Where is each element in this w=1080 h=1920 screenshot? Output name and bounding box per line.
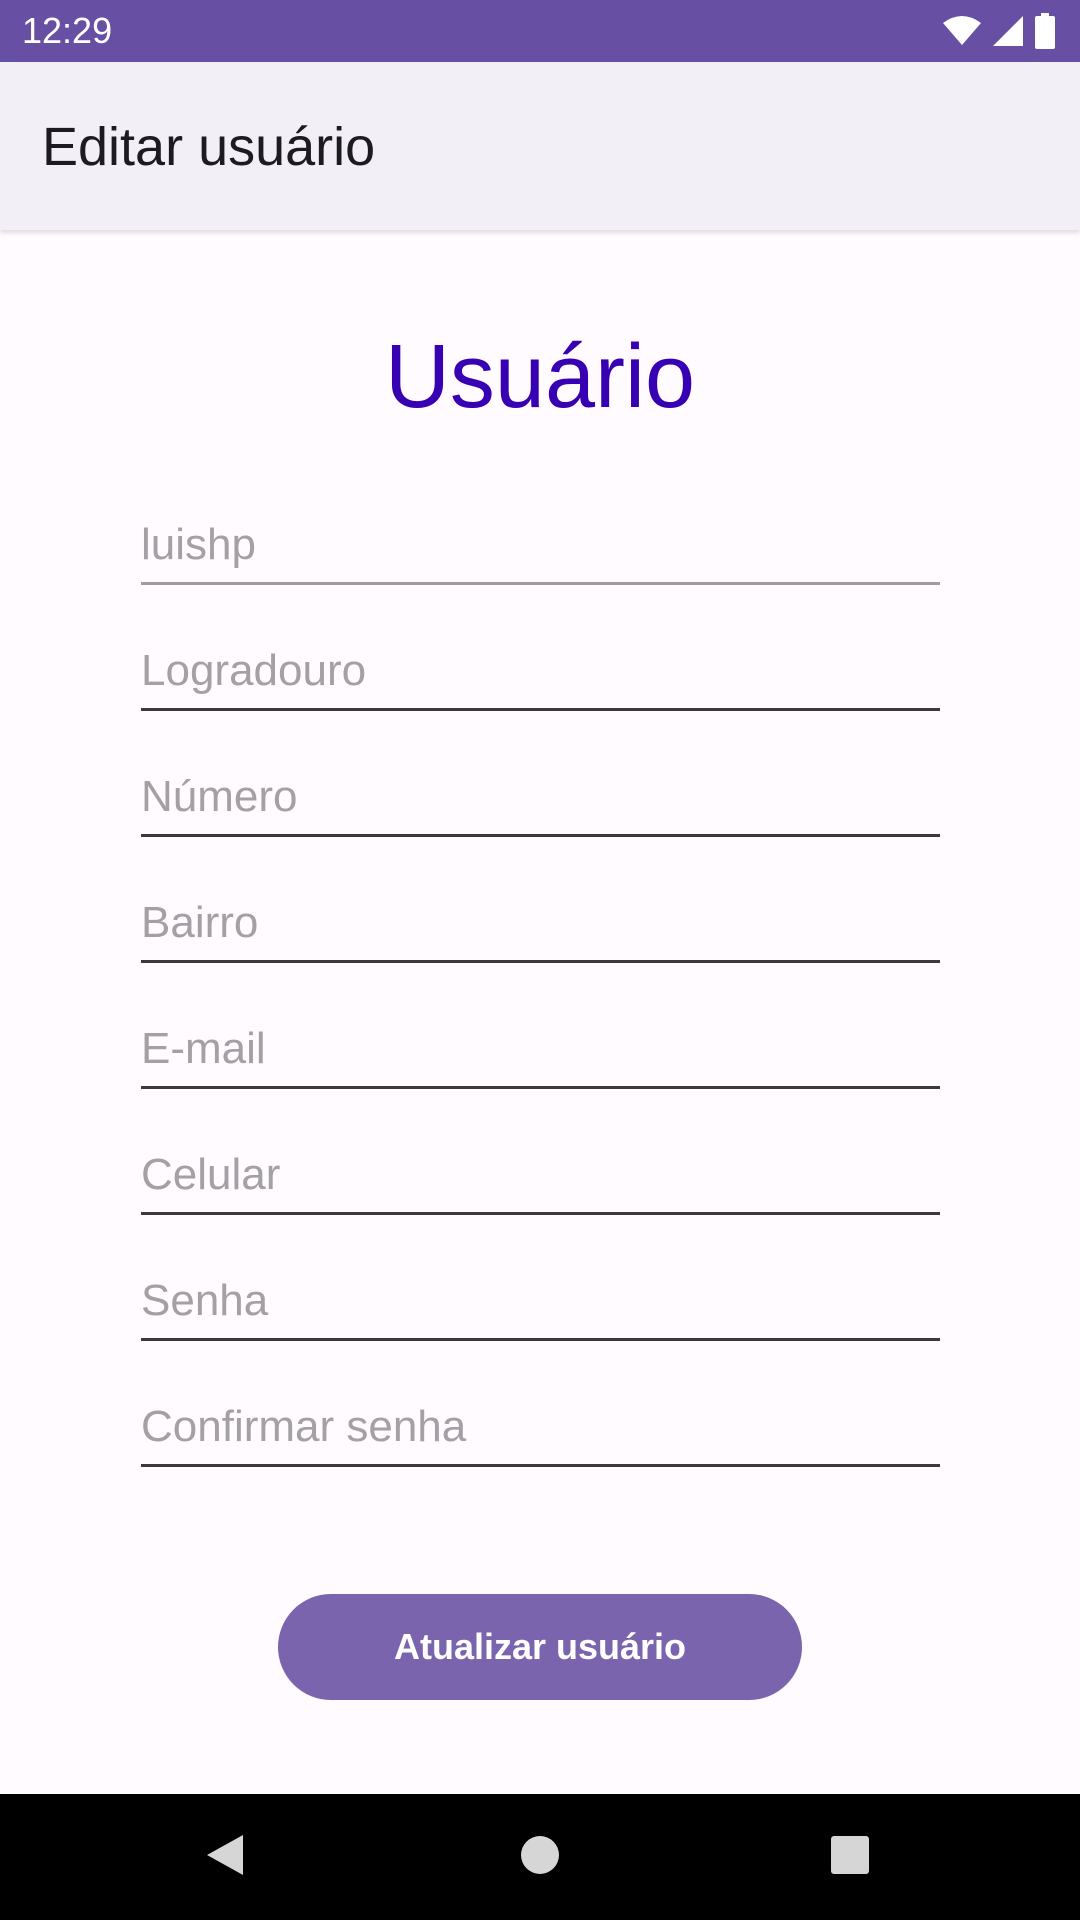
recents-icon [830,1835,870,1880]
logradouro-field-container [141,628,940,711]
form-heading: Usuário [384,327,696,427]
app-bar: Editar usuário [0,62,1080,230]
navigation-bar [0,1794,1080,1920]
celular-field-container [141,1132,940,1215]
confirmar-senha-field-container [141,1384,940,1467]
username-field-container [141,502,940,585]
bairro-field[interactable] [141,896,940,950]
home-icon [520,1835,560,1880]
recents-button[interactable] [815,1822,885,1892]
senha-field[interactable] [141,1274,940,1328]
wifi-icon [942,15,982,47]
username-field[interactable] [141,518,940,572]
status-bar: 12:29 [0,0,1080,62]
numero-field-container [141,754,940,837]
update-user-button[interactable]: Atualizar usuário [278,1594,802,1700]
status-icons [942,12,1056,50]
page-title: Editar usuário [42,117,376,177]
home-button[interactable] [505,1822,575,1892]
screen: 12:29 Editar usuário Usuário luishp Logr… [0,0,1080,1920]
senha-field-container [141,1258,940,1341]
numero-field[interactable] [141,770,940,824]
email-field[interactable] [141,1022,940,1076]
celular-field[interactable] [141,1148,940,1202]
battery-icon [1034,13,1056,49]
logradouro-field[interactable] [141,644,940,698]
status-time: 12:29 [22,10,113,51]
signal-icon [992,15,1024,47]
email-field-container [141,1006,940,1089]
back-button[interactable] [190,1822,260,1892]
back-icon [203,1831,247,1884]
bairro-field-container [141,880,940,963]
confirmar-senha-field[interactable] [141,1400,940,1454]
